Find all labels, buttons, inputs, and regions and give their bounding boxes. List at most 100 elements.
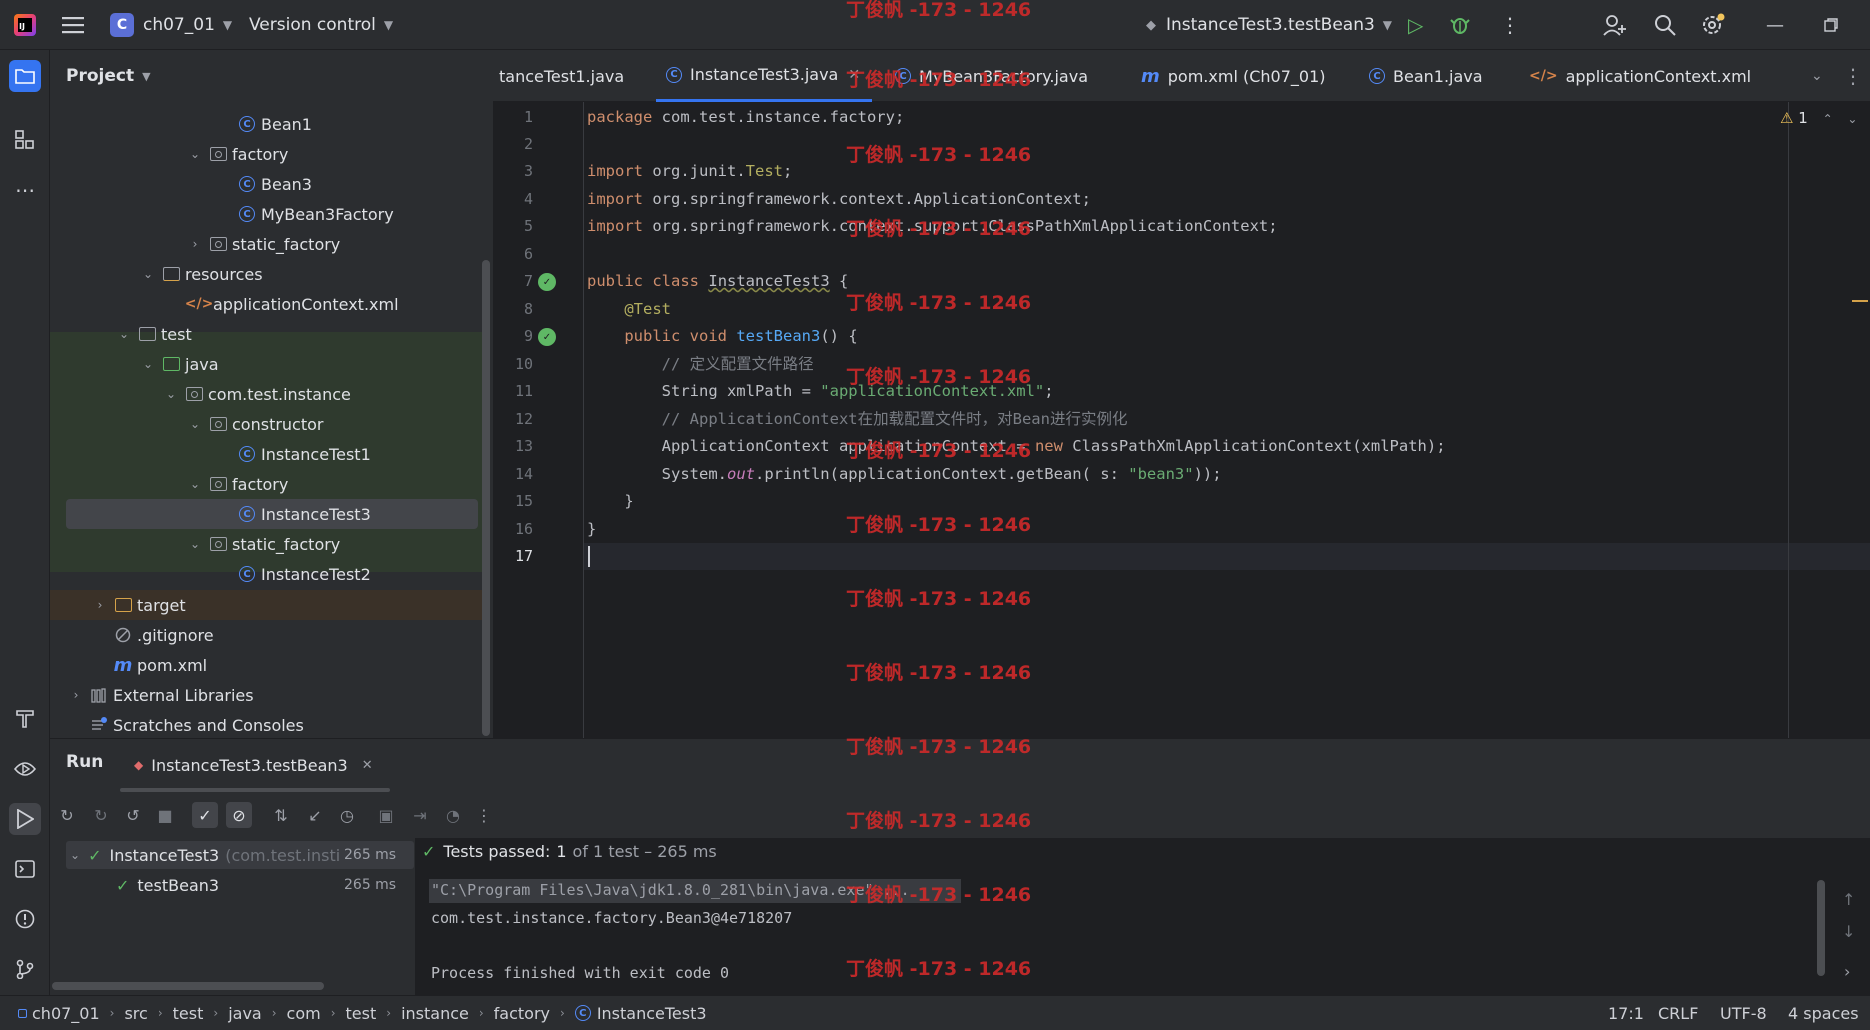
code-line[interactable]: // ApplicationContext在加载配置文件时，对Bean进行实例化	[587, 406, 1128, 433]
tree-item-applicationcontext-xml[interactable]: </> applicationContext.xml	[164, 289, 399, 319]
project-panel-header[interactable]: Project ▼	[50, 50, 493, 102]
more-actions-icon[interactable]: ⋮	[1500, 0, 1520, 50]
chevron-down-icon[interactable]: ⌄	[183, 417, 207, 431]
tab-instancetest3[interactable]: C InstanceTest3.java ✕	[656, 50, 873, 102]
tree-item-bean1[interactable]: C Bean1	[212, 109, 312, 139]
run-icon[interactable]: ▷	[1408, 0, 1423, 50]
tree-item-instancetest3[interactable]: C InstanceTest3	[212, 499, 371, 529]
structure-icon[interactable]	[9, 124, 41, 156]
tab-applicationcontext-xml[interactable]: </> applicationContext.xml	[1529, 50, 1751, 102]
import-icon[interactable]: ⇥	[407, 802, 433, 828]
close-icon[interactable]: ✕	[848, 67, 860, 83]
chevron-right-icon[interactable]: ›	[88, 598, 112, 612]
tab-bean1[interactable]: C Bean1.java	[1369, 50, 1483, 102]
scroll-up-icon[interactable]: ↑	[1842, 890, 1855, 909]
app-logo-icon[interactable]: IJ	[14, 0, 36, 50]
breadcrumb-item[interactable]: factory	[494, 1004, 550, 1023]
tree-item-scratches[interactable]: Scratches and Consoles	[88, 710, 304, 740]
breadcrumb-item[interactable]: src	[124, 1004, 147, 1023]
tab-mybean3factory[interactable]: C MyBean3Factory.java	[895, 50, 1088, 102]
code-line[interactable]: package com.test.instance.factory;	[587, 104, 904, 131]
tree-item-java[interactable]: ⌄ java	[136, 349, 219, 379]
test-tree-scrollbar[interactable]	[52, 982, 324, 990]
tree-item-gitignore[interactable]: .gitignore	[88, 620, 214, 650]
code-line[interactable]: }	[587, 488, 633, 515]
terminal-icon[interactable]	[9, 853, 41, 885]
debug-icon[interactable]	[1450, 0, 1470, 50]
close-icon[interactable]: ✕	[362, 758, 373, 773]
run-tool-icon[interactable]	[9, 803, 41, 835]
caret-position[interactable]: 17:1	[1608, 996, 1644, 1030]
tree-item-bean3[interactable]: C Bean3	[212, 169, 312, 199]
show-passed-icon[interactable]: ✓	[192, 802, 218, 828]
code-line[interactable]: System.out.println(applicationContext.ge…	[587, 461, 1222, 488]
breadcrumb-item[interactable]: com	[287, 1004, 321, 1023]
rerun-icon[interactable]: ↻	[54, 802, 80, 828]
breadcrumb-item[interactable]: java	[228, 1004, 262, 1023]
breadcrumb-item[interactable]: C InstanceTest3	[574, 1004, 707, 1023]
test-row-method[interactable]: ✓ testBean3	[116, 871, 219, 899]
project-selector[interactable]: C ch07_01 ▼	[110, 0, 232, 50]
scroll-down-icon[interactable]: ↓	[1842, 922, 1855, 941]
tree-item-pom-xml[interactable]: m pom.xml	[88, 650, 208, 680]
code-line[interactable]: import org.springframework.context.suppo…	[587, 213, 1278, 240]
indent-setting[interactable]: 4 spaces	[1788, 996, 1859, 1030]
search-icon[interactable]	[1654, 0, 1676, 50]
tabs-dropdown-icon[interactable]: ⌄	[1811, 50, 1823, 102]
sort-alphabetically-icon[interactable]: ⇅	[268, 802, 294, 828]
more-tabs-icon[interactable]: ⋮	[1843, 50, 1863, 102]
chevron-down-icon[interactable]: ⌄	[183, 147, 207, 161]
project-folder-icon[interactable]	[9, 60, 41, 92]
show-ignored-icon[interactable]: ⊘	[226, 802, 252, 828]
tab-pom-xml[interactable]: m pom.xml (Ch07_01)	[1141, 50, 1325, 102]
code-line[interactable]: }	[587, 516, 596, 543]
minimize-icon[interactable]: —	[1766, 0, 1784, 50]
breadcrumb-item[interactable]: ch07_01	[18, 1004, 100, 1023]
git-branch-icon[interactable]	[9, 953, 41, 985]
tree-item-static-factory-test[interactable]: ⌄ static_factory	[183, 529, 340, 559]
code-line[interactable]: import org.springframework.context.Appli…	[587, 186, 1091, 213]
more-tools-icon[interactable]: ⋯	[9, 174, 41, 206]
code-line[interactable]: String xmlPath = "applicationContext.xml…	[587, 378, 1054, 405]
tree-item-test[interactable]: ⌄ test	[112, 319, 192, 349]
problems-icon[interactable]	[9, 903, 41, 935]
add-user-icon[interactable]	[1603, 0, 1627, 50]
rerun-failed-icon[interactable]: ↻	[88, 802, 114, 828]
chevron-down-icon[interactable]: ⌄	[159, 387, 183, 401]
export-icon[interactable]: ▣	[373, 802, 399, 828]
main-menu-icon[interactable]	[62, 0, 84, 50]
more-actions-icon[interactable]: ⋮	[471, 802, 497, 828]
code-line[interactable]: public void testBean3() {	[587, 323, 857, 350]
file-encoding[interactable]: UTF-8	[1720, 996, 1767, 1030]
settings-gear-icon[interactable]	[1701, 0, 1725, 50]
chevron-down-icon[interactable]: ⌄	[136, 267, 160, 281]
chevron-up-icon[interactable]: ⌃	[1823, 112, 1833, 126]
code-line[interactable]: ApplicationContext applicationContext = …	[587, 433, 1446, 460]
build-hammer-icon[interactable]	[9, 702, 41, 734]
inspection-widget[interactable]: ⚠ 1 ⌃ ⌄	[1780, 109, 1857, 127]
tree-item-external-libraries[interactable]: › External Libraries	[64, 680, 254, 710]
code-line[interactable]: // 定义配置文件路径	[587, 351, 814, 378]
run-test-method-icon[interactable]: ✓	[538, 328, 556, 346]
run-config-selector[interactable]: ◆ InstanceTest3.testBean3 ▼	[1146, 0, 1392, 50]
tree-item-resources[interactable]: ⌄ resources	[136, 259, 263, 289]
coverage-icon[interactable]: ◔	[440, 802, 466, 828]
tree-item-instancetest1[interactable]: C InstanceTest1	[212, 439, 371, 469]
run-test-class-icon[interactable]: ✓	[538, 273, 556, 291]
code-line[interactable]: @Test	[587, 296, 671, 323]
tree-item-factory-test[interactable]: ⌄ factory	[183, 469, 288, 499]
chevron-down-icon[interactable]: ⌄	[112, 327, 136, 341]
breadcrumb-item[interactable]: test	[173, 1004, 204, 1023]
chevron-down-icon[interactable]: ⌄	[183, 477, 207, 491]
code-line[interactable]: import org.junit.Test;	[587, 158, 792, 185]
test-history-icon[interactable]: ◷	[334, 802, 360, 828]
tree-item-com-test-instance[interactable]: ⌄ com.test.instance	[159, 379, 351, 409]
stop-icon[interactable]: ■	[152, 802, 178, 828]
vcs-selector[interactable]: Version control ▼	[249, 0, 393, 50]
collapse-all-icon[interactable]: ↙	[302, 802, 328, 828]
run-panel-title[interactable]: Run	[66, 752, 103, 772]
console-scrollbar[interactable]	[1817, 880, 1825, 976]
breadcrumb-item[interactable]: test	[346, 1004, 377, 1023]
chevron-right-icon[interactable]: ›	[1844, 962, 1850, 981]
tree-item-instancetest2[interactable]: C InstanceTest2	[212, 559, 371, 589]
